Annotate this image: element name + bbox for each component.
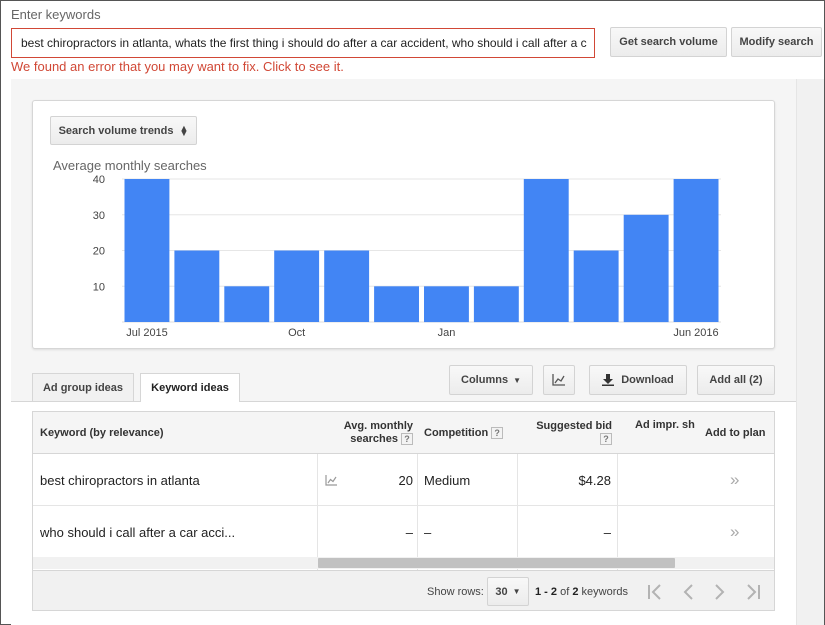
table-row: who should i call after a car acci... – … xyxy=(33,506,774,558)
bar-mar-2016[interactable] xyxy=(523,179,569,322)
x-tick-label: Oct xyxy=(288,327,305,339)
column-divider xyxy=(517,454,518,570)
bid-header-label: Suggested bid xyxy=(536,419,612,432)
x-tick-label: Jul 2015 xyxy=(126,327,168,339)
bar-jun-2016[interactable] xyxy=(673,179,719,322)
col-header-keyword[interactable]: Keyword (by relevance) xyxy=(33,412,317,454)
help-icon[interactable]: ? xyxy=(401,432,413,445)
x-tick-label: Jan xyxy=(438,327,456,339)
up-down-arrows-icon: ▲ ▼ xyxy=(179,122,189,138)
get-search-volume-button[interactable]: Get search volume xyxy=(610,27,727,57)
last-page-icon[interactable] xyxy=(745,584,761,600)
col-header-suggested-bid[interactable]: Suggested bid ? xyxy=(517,412,617,454)
rows-per-page-value: 30 xyxy=(495,585,508,598)
range-suffix: keywords xyxy=(581,586,628,598)
add-to-plan-chevron-icon[interactable]: » xyxy=(730,506,739,558)
columns-label: Columns xyxy=(461,374,509,386)
horizontal-scrollbar-thumb[interactable] xyxy=(318,558,675,568)
first-page-icon[interactable] xyxy=(647,584,663,600)
add-all-button[interactable]: Add all (2) xyxy=(697,365,775,395)
modify-search-button[interactable]: Modify search xyxy=(731,27,822,57)
help-icon[interactable]: ? xyxy=(600,432,612,445)
keyword-cell: best chiropractors in atlanta xyxy=(40,472,200,488)
y-tick-label: 20 xyxy=(93,246,105,258)
bar-may-2016[interactable] xyxy=(623,214,669,323)
add-to-plan-chevron-icon[interactable]: » xyxy=(730,454,739,506)
range-total: 2 xyxy=(572,586,579,598)
bar-jan-2016[interactable] xyxy=(424,286,469,323)
competition-cell: – xyxy=(424,524,432,540)
table-row: best chiropractors in atlanta 20 Medium … xyxy=(33,454,774,506)
range-of: of xyxy=(560,586,570,598)
competition-header-label: Competition xyxy=(424,426,489,439)
suggested-bid-cell: – xyxy=(603,524,611,540)
column-divider xyxy=(417,454,418,570)
avg-monthly-searches-cell: 20 xyxy=(398,472,413,488)
competition-cell: Medium xyxy=(424,472,471,488)
col-header-ad-impression-share[interactable]: Ad impr. sh xyxy=(617,412,699,454)
col-header-competition[interactable]: Competition? xyxy=(417,412,517,454)
bar-oct-2015[interactable] xyxy=(274,250,320,323)
right-side-panel xyxy=(796,79,824,625)
download-icon xyxy=(602,374,615,386)
previous-page-icon[interactable] xyxy=(682,584,694,600)
bar-aug-2015[interactable] xyxy=(174,250,220,323)
caret-down-icon: ▼ xyxy=(513,375,521,385)
avg-header-line2: searches xyxy=(350,432,398,445)
search-volume-chart-card: Search volume trends ▲ ▼ Average monthly … xyxy=(32,100,775,349)
enter-keywords-label: Enter keywords xyxy=(11,7,101,22)
avg-header-line1: Avg. monthly xyxy=(343,419,413,432)
download-button[interactable]: Download xyxy=(589,365,687,395)
help-icon[interactable]: ? xyxy=(491,426,504,439)
y-tick-label: 40 xyxy=(93,174,105,186)
tab-keyword-ideas[interactable]: Keyword ideas xyxy=(140,373,240,402)
bar-apr-2016[interactable] xyxy=(573,250,619,323)
pagination-bar xyxy=(32,571,775,611)
y-tick-label: 30 xyxy=(93,210,105,222)
search-volume-trends-dropdown[interactable]: Search volume trends ▲ ▼ xyxy=(50,116,197,145)
chart-toggle-button[interactable] xyxy=(543,365,575,395)
suggested-bid-cell: $4.28 xyxy=(578,472,611,488)
bar-sep-2015[interactable] xyxy=(224,286,270,323)
columns-button[interactable]: Columns ▼ xyxy=(449,365,533,395)
dropdown-label: Search volume trends xyxy=(58,124,174,137)
tab-ad-group-ideas[interactable]: Ad group ideas xyxy=(32,373,134,401)
bar-chart: 10 20 30 40 Jul 2015 Oct Jan Jun 2016 xyxy=(93,174,721,339)
col-header-avg-monthly-searches[interactable]: Avg. monthly searches? xyxy=(317,412,417,454)
caret-down-icon: ▼ xyxy=(512,587,521,596)
bar-jul-2015[interactable] xyxy=(124,179,170,322)
y-tick-label: 10 xyxy=(93,281,105,293)
show-rows-label: Show rows: xyxy=(427,586,484,598)
keyword-cell: who should i call after a car acci... xyxy=(40,524,236,540)
download-label: Download xyxy=(621,374,674,386)
error-message-link[interactable]: We found an error that you may want to f… xyxy=(11,59,344,74)
bar-nov-2015[interactable] xyxy=(324,250,370,323)
column-divider xyxy=(617,454,618,570)
bar-feb-2016[interactable] xyxy=(473,286,519,323)
col-header-add-to-plan: Add to plan xyxy=(699,412,774,454)
avg-monthly-searches-cell: – xyxy=(405,524,413,540)
range-start-end: 1 - 2 xyxy=(535,586,558,598)
x-tick-label: Jun 2016 xyxy=(673,327,718,339)
column-divider xyxy=(317,454,318,570)
keyword-ideas-table: Keyword (by relevance) Avg. monthly sear… xyxy=(32,411,775,571)
result-range: 1 - 2 of 2 keywords xyxy=(535,586,628,598)
keywords-input[interactable]: best chiropractors in atlanta, whats the… xyxy=(11,28,595,58)
line-chart-icon xyxy=(552,374,565,386)
next-page-icon[interactable] xyxy=(714,584,726,600)
rows-per-page-select[interactable]: 30 ▼ xyxy=(487,577,529,606)
bar-dec-2015[interactable] xyxy=(374,286,419,323)
